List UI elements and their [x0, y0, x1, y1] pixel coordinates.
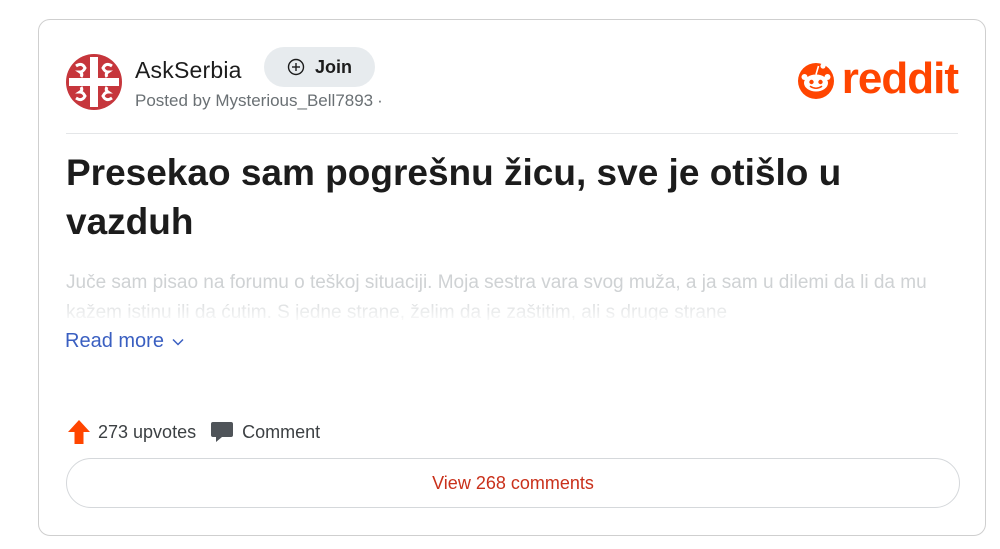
post-header: AskSerbia Join Posted by Mysterious_Bell…	[66, 47, 959, 134]
reddit-logo[interactable]: reddit	[794, 54, 959, 103]
chevron-down-icon	[172, 338, 184, 346]
post-title[interactable]: Presekao sam pogrešnu žicu, sve je otišl…	[66, 148, 926, 246]
posted-by-prefix: Posted by	[135, 91, 216, 110]
post-card[interactable]: AskSerbia Join Posted by Mysterious_Bell…	[38, 19, 986, 536]
comment-label: Comment	[242, 421, 321, 442]
plus-circle-icon	[287, 58, 305, 76]
comment-bubble-icon	[211, 422, 234, 442]
post-actions: 273 upvotes Comment	[66, 418, 320, 446]
upvote-count: 273 upvotes	[98, 421, 197, 442]
upvote-button[interactable]: 273 upvotes	[66, 419, 196, 445]
view-comments-label: View 268 comments	[432, 472, 594, 493]
read-more-link[interactable]: Read more	[65, 330, 184, 353]
read-more-label: Read more	[65, 330, 164, 352]
join-button[interactable]: Join	[264, 47, 375, 87]
reddit-snoo-icon	[797, 63, 834, 99]
meta-separator: ·	[377, 91, 383, 110]
upvote-arrow-icon	[68, 420, 90, 444]
community-name[interactable]: AskSerbia	[135, 57, 242, 84]
author-link[interactable]: Mysterious_Bell7893	[215, 91, 373, 110]
join-label: Join	[314, 56, 352, 77]
post-excerpt: Juče sam pisao na forumu o teškoj situac…	[66, 272, 927, 320]
view-comments-button[interactable]: View 268 comments	[66, 458, 960, 508]
post-meta: Posted by Mysterious_Bell7893 ·	[135, 91, 383, 111]
reddit-wordmark: reddit	[841, 54, 959, 103]
serbian-cross-icon[interactable]	[66, 54, 122, 110]
comment-button[interactable]: Comment	[210, 420, 320, 444]
